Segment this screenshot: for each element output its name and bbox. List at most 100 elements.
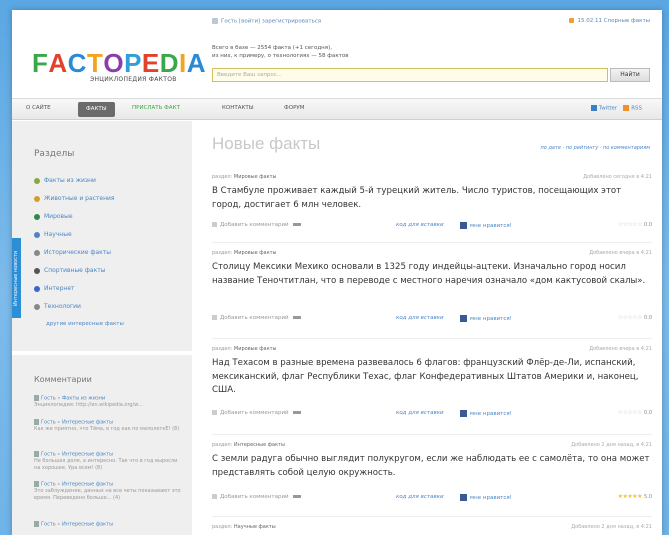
fact-divider [212,516,652,517]
more-facts-link[interactable]: другие интересные факты [46,321,124,327]
stats-line-2: из них, к примеру, о технологиях — 58 фа… [212,53,349,59]
rating-stars[interactable]: ☆☆☆☆☆ 0.0 [618,409,652,416]
fact-section[interactable]: раздел: Научные факты [212,524,276,530]
add-comment-link[interactable]: Добавить комментарий [220,222,289,228]
fact-item: раздел: Мировые факты Добавлено сегодня … [212,174,652,234]
user-icon [34,419,39,425]
twitter-icon[interactable] [590,105,597,111]
comment-author: Гость [41,419,56,426]
stars-glyphs: ☆☆☆☆☆ [617,314,643,321]
nav-forum[interactable]: Форум [284,105,304,111]
leaf-icon [34,195,40,202]
fact-date: Добавлено сегодня в 4:21 [583,174,652,180]
logo-letter: F [32,48,49,78]
rating-stars[interactable]: ☆☆☆☆☆ 0.0 [618,314,652,321]
fact-date: Добавлено 2 дня назад, в 4:21 [571,524,652,530]
fact-divider [212,338,652,339]
fact-footer: Добавить комментарий код для вставки мне… [212,409,652,417]
like-button[interactable]: мне нравится! [460,222,512,229]
fact-section[interactable]: раздел: Мировые факты [212,346,276,352]
sidebar-item-internet[interactable]: Интернет [34,285,75,292]
facebook-icon [460,315,467,322]
fact-text: В Стамбуле проживает каждый 5-й турецкий… [212,186,622,210]
logo-letter: I [179,48,187,78]
like-label: мне нравится! [470,223,512,229]
like-button[interactable]: мне нравится! [460,315,512,322]
logo-letter: T [86,48,104,78]
monitor-icon [34,285,40,292]
facebook-icon [460,410,467,417]
pen-icon [292,411,301,414]
comment-author: Гость [41,395,56,402]
comment-item[interactable]: Гость » Интересные факты Не большая доля… [34,451,184,471]
comment-section: Интересные факты [61,481,114,488]
comment-item[interactable]: Гость » Факты из жизни Энциклопедия: htt… [34,395,184,409]
pen-icon [292,223,301,226]
fact-footer: Добавить комментарий код для вставки мне… [212,314,652,322]
add-comment-link[interactable]: Добавить комментарий [220,315,289,321]
comment-item[interactable]: Гость » Интересные факты [34,521,184,528]
nav-contacts[interactable]: Контакты [222,105,254,111]
like-label: мне нравится! [470,495,512,501]
add-comment-link[interactable]: Добавить комментарий [220,494,289,500]
nav-about[interactable]: О сайте [26,105,51,111]
nav-send-fact[interactable]: Прислать факт [132,105,180,111]
logo-letter: A [48,48,68,78]
fact-section[interactable]: раздел: Мировые факты [212,174,276,180]
section-name: Мировые факты [233,174,277,180]
like-button[interactable]: мне нравится! [460,494,512,501]
twitter-link[interactable]: Twitter [599,106,617,112]
comment-text: Энциклопедия: http://en.wikipedia.org/w.… [34,402,143,408]
embed-code-link[interactable]: код для вставки [396,410,444,416]
comment-section: Факты из жизни [61,395,106,402]
user-bar[interactable]: Гость [войти] зарегистрироваться [212,18,321,25]
fact-divider [212,242,652,243]
logo-subtitle: ЭНЦИКЛОПЕДИЯ ФАКТОВ [90,76,177,83]
user-icon [34,521,39,527]
sidebar-item-world[interactable]: Мировые [34,213,73,220]
embed-code-link[interactable]: код для вставки [396,315,444,321]
comment-item[interactable]: Гость » Интересные факты Это заблуждение… [34,481,184,501]
embed-code-link[interactable]: код для вставки [396,222,444,228]
site-logo[interactable]: FACTOPEDIA [32,50,206,76]
rating-score: 0.0 [644,315,652,321]
sidebar-item-animals[interactable]: Животные и растения [34,195,115,202]
sidebar-divider [12,351,192,355]
fact-section[interactable]: раздел: Интересные факты [212,442,285,448]
stars-glyphs: ☆☆☆☆☆ [617,221,643,228]
sidebar-item-label: Мировые [44,213,73,220]
sidebar-item-life[interactable]: Факты из жизни [34,177,96,184]
site-stats: Всего в базе — 2554 факта (+1 сегодня), … [212,44,348,60]
site-header: FACTOPEDIA ЭНЦИКЛОПЕДИЯ ФАКТОВ Гость [во… [12,10,662,90]
add-comment-link[interactable]: Добавить комментарий [220,410,289,416]
embed-code-link[interactable]: код для вставки [396,494,444,500]
section-prefix: раздел: [212,442,233,448]
fact-item: раздел: Мировые факты Добавлено вчера в … [212,250,652,330]
userbar-text: Гость [войти] зарегистрироваться [221,18,322,25]
sidebar-item-history[interactable]: Исторические факты [34,249,111,256]
rss-link[interactable]: RSS [631,106,642,112]
rating-stars[interactable]: ★★★★★ 5.0 [618,493,652,500]
sidebar-item-label: Технологии [44,303,81,310]
facebook-icon [460,222,467,229]
search-button[interactable]: Найти [610,68,650,82]
sidebar-item-sport[interactable]: Спортивные факты [34,267,105,274]
sidebar-item-tech[interactable]: Технологии [34,303,81,310]
user-icon [212,18,218,24]
comment-text: Это заблуждение, данных на все четы пока… [34,488,181,501]
globe-icon [34,213,40,220]
comment-item[interactable]: Гость » Интересные факты Как же приятно,… [34,419,184,433]
sort-links[interactable]: по дате · по рейтингу · по комментариям [541,145,650,151]
fact-section[interactable]: раздел: Мировые факты [212,250,276,256]
nav-facts[interactable]: Факты [78,102,115,117]
rating-stars[interactable]: ☆☆☆☆☆ 0.0 [618,221,652,228]
rating-score: 0.0 [644,410,652,416]
news-side-tab[interactable]: Интересные новости [12,238,21,318]
sidebar-item-science[interactable]: Научные [34,231,72,238]
search-input[interactable]: Введите Ваш запрос... [212,68,608,82]
stars-glyphs: ★★★★★ [617,493,643,500]
date-text: 15.02.11 Спорные факты [577,18,650,24]
rss-icon[interactable] [623,105,630,111]
date-bar[interactable]: 15.02.11 Спорные факты [569,18,650,24]
like-button[interactable]: мне нравится! [460,410,512,417]
